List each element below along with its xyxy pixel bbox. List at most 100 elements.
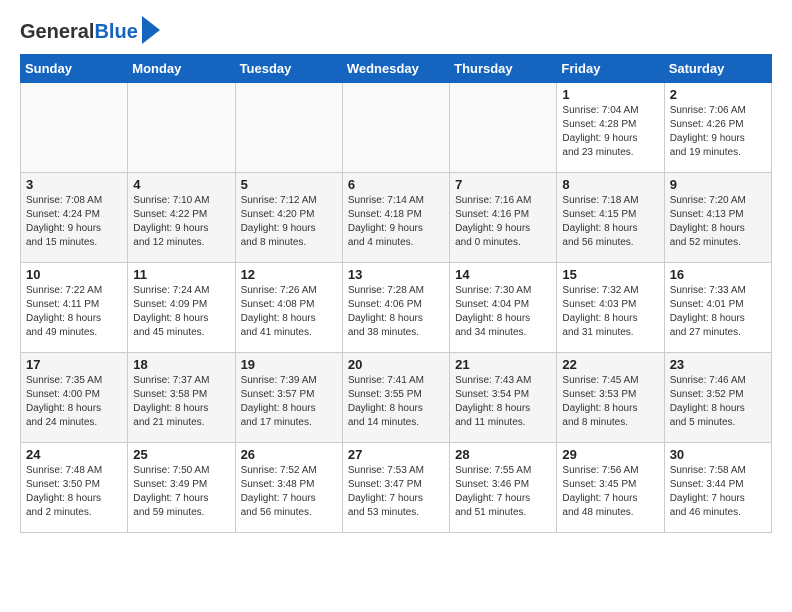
calendar-cell: 21 Sunrise: 7:43 AM Sunset: 3:54 PM Dayli…: [450, 353, 557, 443]
calendar-cell: 18 Sunrise: 7:37 AM Sunset: 3:58 PM Dayli…: [128, 353, 235, 443]
calendar-cell: 1Sunrise: 7:04 AM Sunset: 4:28 PM Daylig…: [557, 83, 664, 173]
day-info: Sunrise: 7:41 AM Sunset: 3:55 PM Dayligh…: [348, 374, 444, 430]
calendar-cell: 3 Sunrise: 7:08 AM Sunset: 4:24 PM Daylig…: [21, 173, 128, 263]
day-number: 18: [133, 357, 229, 372]
calendar-cell: 7 Sunrise: 7:16 AM Sunset: 4:16 PM Daylig…: [450, 173, 557, 263]
calendar-cell: 10 Sunrise: 7:22 AM Sunset: 4:11 PM Dayli…: [21, 263, 128, 353]
day-number: 15: [562, 267, 658, 282]
calendar-cell: [128, 83, 235, 173]
day-number: 26: [241, 447, 337, 462]
day-info: Sunrise: 7:35 AM Sunset: 4:00 PM Dayligh…: [26, 374, 122, 430]
calendar-cell: 13 Sunrise: 7:28 AM Sunset: 4:06 PM Dayli…: [342, 263, 449, 353]
day-info: Sunrise: 7:28 AM Sunset: 4:06 PM Dayligh…: [348, 284, 444, 340]
day-info: Sunrise: 7:45 AM Sunset: 3:53 PM Dayligh…: [562, 374, 658, 430]
day-info: Sunrise: 7:37 AM Sunset: 3:58 PM Dayligh…: [133, 374, 229, 430]
calendar-header-thursday: Thursday: [450, 55, 557, 83]
day-info: Sunrise: 7:30 AM Sunset: 4:04 PM Dayligh…: [455, 284, 551, 340]
calendar-cell: [450, 83, 557, 173]
day-info: Sunrise: 7:32 AM Sunset: 4:03 PM Dayligh…: [562, 284, 658, 340]
day-number: 12: [241, 267, 337, 282]
calendar-cell: 4 Sunrise: 7:10 AM Sunset: 4:22 PM Daylig…: [128, 173, 235, 263]
day-number: 24: [26, 447, 122, 462]
day-number: 4: [133, 177, 229, 192]
day-number: 3: [26, 177, 122, 192]
day-info: Sunrise: 7:52 AM Sunset: 3:48 PM Dayligh…: [241, 464, 337, 520]
calendar-cell: 19 Sunrise: 7:39 AM Sunset: 3:57 PM Dayli…: [235, 353, 342, 443]
calendar-cell: 26 Sunrise: 7:52 AM Sunset: 3:48 PM Dayli…: [235, 443, 342, 533]
calendar-header-saturday: Saturday: [664, 55, 771, 83]
day-number: 28: [455, 447, 551, 462]
day-number: 23: [670, 357, 766, 372]
calendar-cell: [235, 83, 342, 173]
calendar-cell: 16 Sunrise: 7:33 AM Sunset: 4:01 PM Dayli…: [664, 263, 771, 353]
day-number: 29: [562, 447, 658, 462]
calendar-header-row: SundayMondayTuesdayWednesdayThursdayFrid…: [21, 55, 772, 83]
day-info: Sunrise: 7:48 AM Sunset: 3:50 PM Dayligh…: [26, 464, 122, 520]
logo-general: General: [20, 21, 94, 43]
day-info: Sunrise: 7:10 AM Sunset: 4:22 PM Dayligh…: [133, 194, 229, 250]
day-number: 8: [562, 177, 658, 192]
day-number: 22: [562, 357, 658, 372]
logo-arrow-icon: [142, 16, 160, 44]
calendar-week-row: 1Sunrise: 7:04 AM Sunset: 4:28 PM Daylig…: [21, 83, 772, 173]
calendar-header-friday: Friday: [557, 55, 664, 83]
page-header: GeneralBlue: [20, 20, 772, 44]
day-info: Sunrise: 7:43 AM Sunset: 3:54 PM Dayligh…: [455, 374, 551, 430]
day-number: 19: [241, 357, 337, 372]
day-info: Sunrise: 7:39 AM Sunset: 3:57 PM Dayligh…: [241, 374, 337, 430]
day-number: 14: [455, 267, 551, 282]
calendar-header-sunday: Sunday: [21, 55, 128, 83]
day-info: Sunrise: 7:33 AM Sunset: 4:01 PM Dayligh…: [670, 284, 766, 340]
day-info: Sunrise: 7:16 AM Sunset: 4:16 PM Dayligh…: [455, 194, 551, 250]
day-number: 10: [26, 267, 122, 282]
calendar-cell: 17 Sunrise: 7:35 AM Sunset: 4:00 PM Dayli…: [21, 353, 128, 443]
calendar-week-row: 10 Sunrise: 7:22 AM Sunset: 4:11 PM Dayli…: [21, 263, 772, 353]
calendar-cell: 25Sunrise: 7:50 AM Sunset: 3:49 PM Dayli…: [128, 443, 235, 533]
calendar-header-tuesday: Tuesday: [235, 55, 342, 83]
calendar-cell: 6 Sunrise: 7:14 AM Sunset: 4:18 PM Daylig…: [342, 173, 449, 263]
day-info: Sunrise: 7:12 AM Sunset: 4:20 PM Dayligh…: [241, 194, 337, 250]
calendar-cell: 29Sunrise: 7:56 AM Sunset: 3:45 PM Dayli…: [557, 443, 664, 533]
day-number: 6: [348, 177, 444, 192]
day-info: Sunrise: 7:14 AM Sunset: 4:18 PM Dayligh…: [348, 194, 444, 250]
calendar-cell: 23 Sunrise: 7:46 AM Sunset: 3:52 PM Dayli…: [664, 353, 771, 443]
day-number: 7: [455, 177, 551, 192]
day-info: Sunrise: 7:50 AM Sunset: 3:49 PM Dayligh…: [133, 464, 229, 520]
calendar-cell: 8 Sunrise: 7:18 AM Sunset: 4:15 PM Daylig…: [557, 173, 664, 263]
calendar-week-row: 17 Sunrise: 7:35 AM Sunset: 4:00 PM Dayli…: [21, 353, 772, 443]
calendar-cell: 11Sunrise: 7:24 AM Sunset: 4:09 PM Dayli…: [128, 263, 235, 353]
day-info: Sunrise: 7:06 AM Sunset: 4:26 PM Dayligh…: [670, 104, 766, 160]
day-number: 17: [26, 357, 122, 372]
logo: GeneralBlue: [20, 20, 160, 44]
day-info: Sunrise: 7:46 AM Sunset: 3:52 PM Dayligh…: [670, 374, 766, 430]
day-info: Sunrise: 7:08 AM Sunset: 4:24 PM Dayligh…: [26, 194, 122, 250]
calendar-cell: 5Sunrise: 7:12 AM Sunset: 4:20 PM Daylig…: [235, 173, 342, 263]
day-info: Sunrise: 7:22 AM Sunset: 4:11 PM Dayligh…: [26, 284, 122, 340]
day-number: 9: [670, 177, 766, 192]
calendar-header-wednesday: Wednesday: [342, 55, 449, 83]
calendar-table: SundayMondayTuesdayWednesdayThursdayFrid…: [20, 54, 772, 533]
day-info: Sunrise: 7:26 AM Sunset: 4:08 PM Dayligh…: [241, 284, 337, 340]
day-info: Sunrise: 7:20 AM Sunset: 4:13 PM Dayligh…: [670, 194, 766, 250]
day-number: 30: [670, 447, 766, 462]
calendar-cell: 27 Sunrise: 7:53 AM Sunset: 3:47 PM Dayli…: [342, 443, 449, 533]
day-number: 20: [348, 357, 444, 372]
day-number: 2: [670, 87, 766, 102]
day-info: Sunrise: 7:18 AM Sunset: 4:15 PM Dayligh…: [562, 194, 658, 250]
calendar-cell: 20 Sunrise: 7:41 AM Sunset: 3:55 PM Dayli…: [342, 353, 449, 443]
logo-blue: Blue: [94, 21, 137, 43]
calendar-header-monday: Monday: [128, 55, 235, 83]
calendar-week-row: 24 Sunrise: 7:48 AM Sunset: 3:50 PM Dayli…: [21, 443, 772, 533]
day-number: 27: [348, 447, 444, 462]
day-info: Sunrise: 7:58 AM Sunset: 3:44 PM Dayligh…: [670, 464, 766, 520]
calendar-cell: [21, 83, 128, 173]
day-number: 16: [670, 267, 766, 282]
calendar-cell: 15 Sunrise: 7:32 AM Sunset: 4:03 PM Dayli…: [557, 263, 664, 353]
calendar-cell: [342, 83, 449, 173]
day-number: 13: [348, 267, 444, 282]
day-number: 21: [455, 357, 551, 372]
day-info: Sunrise: 7:53 AM Sunset: 3:47 PM Dayligh…: [348, 464, 444, 520]
calendar-cell: 22 Sunrise: 7:45 AM Sunset: 3:53 PM Dayli…: [557, 353, 664, 443]
day-info: Sunrise: 7:24 AM Sunset: 4:09 PM Dayligh…: [133, 284, 229, 340]
calendar-cell: 2 Sunrise: 7:06 AM Sunset: 4:26 PM Daylig…: [664, 83, 771, 173]
